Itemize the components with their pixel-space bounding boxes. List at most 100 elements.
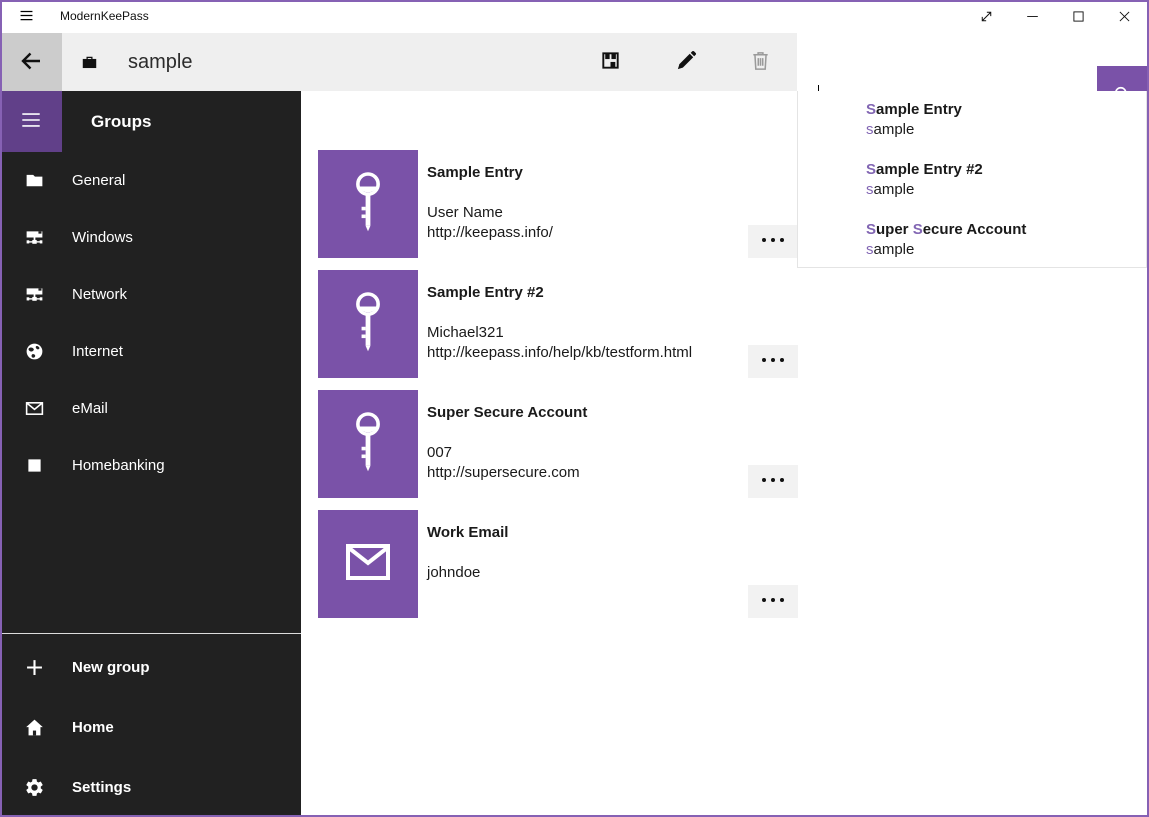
sidebar-item-new-group[interactable]: New group <box>0 637 301 697</box>
titlebar: ModernKeePass <box>0 0 1149 33</box>
entry-tile[interactable] <box>318 390 418 498</box>
briefcase-icon <box>80 53 99 72</box>
search-result-group: sample <box>866 180 1146 200</box>
group-list: General Windows Network Internet eMail Homeba… <box>0 152 301 494</box>
delete-button <box>736 33 784 91</box>
sidebar-divider <box>0 633 301 634</box>
entry-username: johndoe <box>427 564 480 581</box>
network-icon <box>24 227 45 248</box>
gear-icon <box>24 777 45 798</box>
titlebar-hamburger-button[interactable] <box>6 0 46 33</box>
entry-username: User Name <box>427 204 503 221</box>
app-command-bar: sample s <box>0 33 1149 91</box>
save-button[interactable] <box>586 33 634 91</box>
app-title: ModernKeePass <box>60 0 149 33</box>
minimize-icon <box>1024 8 1041 28</box>
search-result-group: sample <box>866 240 1146 260</box>
sidebar-item-label: General <box>72 172 125 189</box>
entry-title: Sample Entry <box>427 164 523 181</box>
entry-title: Super Secure Account <box>427 404 587 421</box>
entry-url: http://keepass.info/ <box>427 224 553 241</box>
entry-more-button[interactable] <box>748 585 798 618</box>
back-button[interactable] <box>0 33 62 91</box>
search-result-title: Super Secure Account <box>866 220 1146 240</box>
search-match-highlight: S <box>866 101 876 118</box>
search-result-super-secure-account[interactable]: Super Secure Accountsample <box>798 211 1146 271</box>
sidebar-item-label: Internet <box>72 343 123 360</box>
search-match-highlight: s <box>866 181 874 198</box>
search-match-highlight: S <box>913 221 923 238</box>
key-icon <box>351 291 385 358</box>
close-button[interactable] <box>1101 2 1147 33</box>
sidebar-item-network[interactable]: Network <box>0 266 301 323</box>
search-result-sample-entry[interactable]: Sample Entrysample <box>798 91 1146 151</box>
entry-work-email: Work Email johndoe <box>301 510 1149 618</box>
sidebar-item-email[interactable]: eMail <box>0 380 301 437</box>
window-controls <box>963 2 1147 33</box>
appbar-main: sample <box>62 33 797 91</box>
sidebar: Groups General Windows Network Internet eMai… <box>0 91 301 817</box>
envelope-icon <box>346 544 390 585</box>
search-result-group: sample <box>866 120 1146 140</box>
network-icon <box>24 284 45 305</box>
home-icon <box>24 717 45 738</box>
fullscreen-button[interactable] <box>963 2 1009 33</box>
groups-header: Groups <box>91 91 151 152</box>
entry-more-button[interactable] <box>748 345 798 378</box>
entry-username: 007 <box>427 444 452 461</box>
square-icon <box>24 455 45 476</box>
hamburger-icon <box>18 8 35 26</box>
close-icon <box>1116 8 1133 28</box>
search-result-sample-entry-2[interactable]: Sample Entry #2sample <box>798 151 1146 211</box>
fullscreen-icon <box>978 8 995 28</box>
entry-sample-entry-2: Sample Entry #2Michael321http://keepass.… <box>301 270 1149 378</box>
sidebar-item-label: Settings <box>72 779 131 796</box>
search-match-highlight: S <box>866 161 876 178</box>
entry-url: http://supersecure.com <box>427 464 580 481</box>
entry-tile[interactable] <box>318 270 418 378</box>
entry-super-secure-account: Super Secure Account 007 http://supersecur… <box>301 390 1149 498</box>
sidebar-item-label: Homebanking <box>72 457 165 474</box>
minimize-button[interactable] <box>1009 2 1055 33</box>
key-icon <box>351 171 385 238</box>
trash-icon <box>749 49 772 75</box>
entry-tile[interactable] <box>318 510 418 618</box>
hamburger-icon <box>17 109 45 134</box>
save-icon <box>599 49 622 75</box>
edit-button[interactable] <box>662 33 710 91</box>
nav-hamburger-button[interactable] <box>0 91 62 152</box>
sidebar-item-label: Windows <box>72 229 133 246</box>
folder-icon <box>24 170 45 191</box>
database-title: sample <box>128 33 192 91</box>
envelope-icon <box>24 398 45 419</box>
globe-icon <box>24 341 45 362</box>
entry-username: Michael321 <box>427 324 504 341</box>
entry-title: Work Email <box>427 524 508 541</box>
sidebar-item-internet[interactable]: Internet <box>0 323 301 380</box>
sidebar-item-settings[interactable]: Settings <box>0 757 301 817</box>
entry-more-button[interactable] <box>748 225 798 258</box>
sidebar-action-list: New group Home Settings <box>0 637 301 817</box>
search-match-highlight: S <box>866 221 876 238</box>
entry-tile[interactable] <box>318 150 418 258</box>
search-match-highlight: s <box>866 121 874 138</box>
sidebar-item-label: eMail <box>72 400 108 417</box>
search-result-title: Sample Entry #2 <box>866 160 1146 180</box>
search-result-title: Sample Entry <box>866 100 1146 120</box>
app-window: ModernKeePass sample s Sample Entrysampl… <box>0 0 1149 817</box>
search-suggestions-dropdown: Sample EntrysampleSample Entry #2sampleS… <box>797 91 1147 268</box>
sidebar-item-label: Network <box>72 286 127 303</box>
more-icon <box>760 474 786 489</box>
plus-icon <box>24 657 45 678</box>
sidebar-item-windows[interactable]: Windows <box>0 209 301 266</box>
maximize-button[interactable] <box>1055 2 1101 33</box>
sidebar-item-home[interactable]: Home <box>0 697 301 757</box>
more-icon <box>760 234 786 249</box>
entry-more-button[interactable] <box>748 465 798 498</box>
back-arrow-icon <box>19 49 43 76</box>
sidebar-item-homebanking[interactable]: Homebanking <box>0 437 301 494</box>
more-icon <box>760 354 786 369</box>
sidebar-item-general[interactable]: General <box>0 152 301 209</box>
sidebar-item-label: Home <box>72 719 114 736</box>
key-icon <box>351 411 385 478</box>
